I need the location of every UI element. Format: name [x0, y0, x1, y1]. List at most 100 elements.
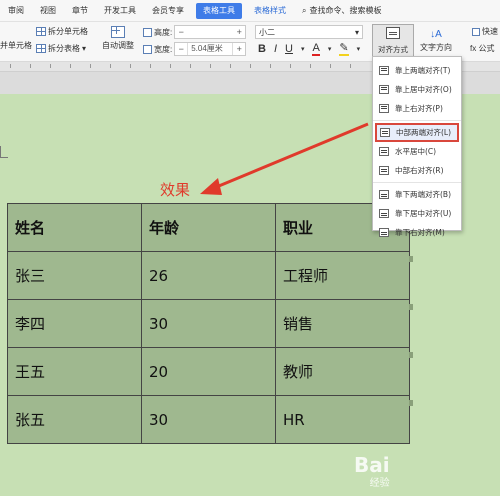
- chevron-down-icon[interactable]: ▾: [328, 45, 332, 53]
- table-cell[interactable]: 30: [141, 395, 276, 444]
- table-cell[interactable]: 26: [141, 251, 276, 300]
- row-resize-handle[interactable]: [409, 304, 413, 310]
- row-resize-handle[interactable]: [409, 400, 413, 406]
- split-cell-icon: [36, 27, 46, 36]
- auto-adjust-label: 自动调整: [102, 41, 134, 50]
- width-input[interactable]: 5.04厘米: [187, 43, 234, 55]
- data-table[interactable]: 姓名 年龄 职业 张三 26 工程师 李四 30 销售 王五 20 教师 张五 …: [7, 203, 410, 444]
- height-spinner[interactable]: − +: [174, 25, 247, 39]
- menu-item-top-right[interactable]: 靠上右对齐(P): [373, 99, 461, 118]
- menu-item-label: 靠下居中对齐(U): [395, 209, 452, 218]
- decrease-width-button[interactable]: −: [175, 43, 187, 55]
- tab-table-style[interactable]: 表格样式: [246, 0, 294, 22]
- font-color-icon[interactable]: A: [312, 42, 320, 56]
- table-cell[interactable]: 张三: [7, 251, 142, 300]
- table-cell[interactable]: 20: [141, 347, 276, 396]
- row-height-control: 高度: − +: [143, 25, 247, 39]
- menu-item-middle-justify[interactable]: 中部两端对齐(L): [375, 123, 459, 142]
- calculator-icon: [472, 27, 480, 36]
- table-cell[interactable]: 30: [141, 299, 276, 348]
- menu-item-label: 靠上两端对齐(T): [395, 66, 451, 75]
- table-header-row: 姓名 年龄 职业: [7, 203, 410, 252]
- header-cell-name[interactable]: 姓名: [7, 203, 142, 252]
- text-format-group: B I U ▾ A ▾ ✎ ▾: [258, 41, 360, 56]
- menu-item-top-center[interactable]: 靠上居中对齐(O): [373, 80, 461, 99]
- search-text: 查找命令、搜索模板: [309, 6, 382, 15]
- tab-view[interactable]: 视图: [32, 0, 64, 22]
- row-resize-handle[interactable]: [409, 352, 413, 358]
- ribbon-tab-bar: 审阅 视图 章节 开发工具 会员专享 表格工具 表格样式 ⌕ 查找命令、搜索模板: [0, 0, 500, 22]
- menu-item-bottom-justify[interactable]: 靠下两端对齐(B): [373, 185, 461, 204]
- command-search[interactable]: ⌕ 查找命令、搜索模板: [298, 3, 385, 19]
- highlight-icon[interactable]: ✎: [339, 41, 349, 56]
- text-direction-button[interactable]: ↓A 文字方向: [420, 26, 452, 53]
- table-cell[interactable]: 工程师: [275, 251, 410, 300]
- table-row: 王五 20 教师: [7, 347, 410, 396]
- menu-item-label: 中部两端对齐(L): [396, 128, 452, 137]
- row-resize-handle[interactable]: [409, 256, 413, 262]
- tab-review[interactable]: 审阅: [0, 0, 32, 22]
- menu-divider: [373, 120, 461, 121]
- formula-button[interactable]: fx 公式: [470, 43, 494, 54]
- row-height-icon: [143, 27, 152, 37]
- menu-item-label: 靠上右对齐(P): [395, 104, 443, 113]
- menu-item-label: 靠下右对齐(M): [395, 228, 445, 237]
- split-table-label: 拆分表格: [48, 44, 80, 53]
- align-button[interactable]: 对齐方式: [372, 24, 414, 58]
- table-cell[interactable]: 教师: [275, 347, 410, 396]
- header-cell-age[interactable]: 年龄: [141, 203, 276, 252]
- formula-label: fx 公式: [470, 44, 495, 53]
- menu-item-label: 靠上居中对齐(O): [395, 85, 452, 94]
- menu-item-label: 靠下两端对齐(B): [395, 190, 451, 199]
- font-size-value: 小二: [259, 27, 275, 37]
- menu-item-bottom-center[interactable]: 靠下居中对齐(U): [373, 204, 461, 223]
- increase-height-button[interactable]: +: [233, 26, 245, 38]
- chevron-down-icon[interactable]: ▾: [357, 45, 361, 53]
- font-size-select[interactable]: 小二 ▾: [255, 25, 363, 39]
- baidu-watermark: Bai 经验: [354, 453, 390, 489]
- chevron-down-icon[interactable]: ▾: [301, 45, 305, 53]
- increase-width-button[interactable]: +: [233, 43, 245, 55]
- tab-table-tools[interactable]: 表格工具: [196, 2, 242, 19]
- width-spinner[interactable]: − 5.04厘米 +: [174, 42, 247, 56]
- decrease-height-button[interactable]: −: [175, 26, 187, 38]
- quick-calc-button[interactable]: 快速: [472, 26, 498, 37]
- width-label: 宽度:: [154, 44, 173, 54]
- tab-chapter[interactable]: 章节: [64, 0, 96, 22]
- table-cell[interactable]: HR: [275, 395, 410, 444]
- auto-adjust-button[interactable]: 自动调整: [102, 26, 134, 51]
- italic-icon[interactable]: I: [274, 43, 277, 55]
- table-cell[interactable]: 李四: [7, 299, 142, 348]
- menu-item-middle-center[interactable]: 水平居中(C): [373, 142, 461, 161]
- bold-icon[interactable]: B: [258, 43, 266, 55]
- height-label: 高度:: [154, 27, 173, 37]
- effect-annotation-label: 效果: [160, 181, 191, 199]
- merge-cells-button[interactable]: 并单元格: [0, 40, 32, 51]
- split-table-icon: [36, 44, 46, 53]
- align-top-center-icon: [379, 85, 389, 94]
- tab-developer[interactable]: 开发工具: [96, 0, 144, 22]
- column-width-icon: [143, 44, 152, 54]
- tab-member[interactable]: 会员专享: [144, 0, 192, 22]
- table-cell[interactable]: 王五: [7, 347, 142, 396]
- merge-cells-label: 并单元格: [0, 41, 32, 50]
- menu-item-bottom-right[interactable]: 靠下右对齐(M): [373, 223, 461, 242]
- table-row: 张五 30 HR: [7, 395, 410, 444]
- align-middle-right-icon: [379, 166, 389, 175]
- underline-icon[interactable]: U: [285, 43, 293, 55]
- table-cell[interactable]: 张五: [7, 395, 142, 444]
- table-cell[interactable]: 销售: [275, 299, 410, 348]
- split-cell-button[interactable]: 拆分单元格: [36, 26, 88, 37]
- align-top-right-icon: [379, 104, 389, 113]
- menu-item-label: 水平居中(C): [395, 147, 437, 156]
- table-row: 张三 26 工程师: [7, 251, 410, 300]
- menu-item-middle-right[interactable]: 中部右对齐(R): [373, 161, 461, 180]
- chevron-down-icon: ▾: [82, 44, 87, 53]
- menu-divider: [373, 182, 461, 183]
- split-table-button[interactable]: 拆分表格 ▾: [36, 43, 86, 54]
- font-size-field[interactable]: 小二 ▾: [255, 25, 363, 39]
- text-direction-label: 文字方向: [420, 43, 452, 52]
- search-icon: ⌕: [302, 5, 307, 15]
- menu-item-top-justify[interactable]: 靠上两端对齐(T): [373, 61, 461, 80]
- align-icon: [386, 27, 400, 39]
